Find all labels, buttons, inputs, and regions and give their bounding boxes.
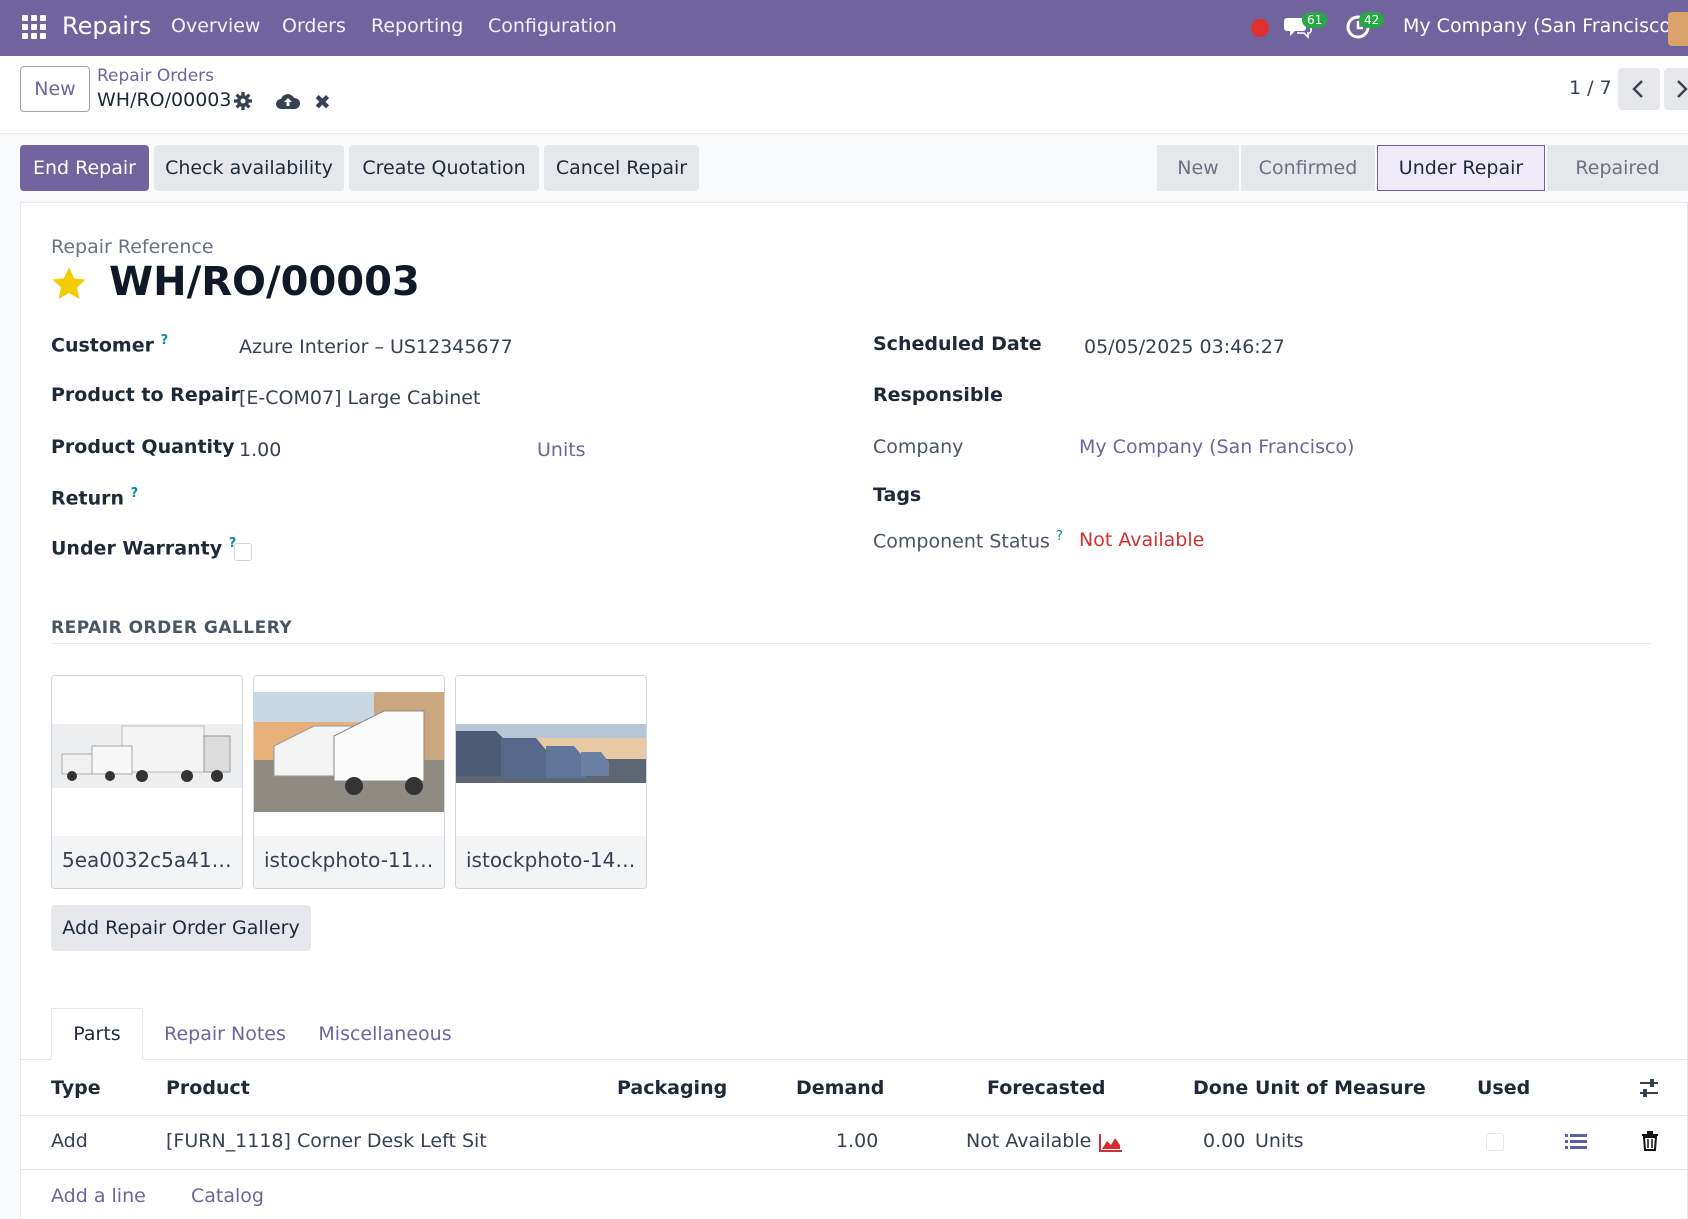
chevron-left-icon xyxy=(1632,80,1643,98)
pager-next-button[interactable] xyxy=(1664,68,1688,110)
scheduled-date-field[interactable]: 05/05/2025 03:46:27 xyxy=(1084,336,1285,358)
gallery-item[interactable]: istockphoto-11… xyxy=(253,675,445,889)
forecast-chart-icon[interactable] xyxy=(1099,1132,1123,1152)
part-uom[interactable]: Units xyxy=(1255,1130,1304,1152)
activity-count-badge: 42 xyxy=(1359,12,1385,28)
pager-previous-button[interactable] xyxy=(1618,68,1660,110)
tab-parts[interactable]: Parts xyxy=(51,1008,143,1060)
record-name: WH/RO/00003 xyxy=(97,89,232,111)
recording-indicator-icon[interactable] xyxy=(1251,19,1269,37)
menu-orders[interactable]: Orders xyxy=(282,15,346,37)
menu-configuration[interactable]: Configuration xyxy=(488,15,617,37)
column-demand[interactable]: Demand xyxy=(796,1077,884,1099)
product-to-repair-label: Product to Repair xyxy=(51,384,241,406)
add-line-link[interactable]: Add a line xyxy=(51,1185,146,1207)
gallery-item-caption: istockphoto-14… xyxy=(456,836,646,888)
menu-reporting[interactable]: Reporting xyxy=(371,15,463,37)
section-divider xyxy=(51,643,1651,644)
save-cloud-icon[interactable] xyxy=(275,90,301,112)
catalog-link[interactable]: Catalog xyxy=(191,1185,264,1207)
under-warranty-label: Under Warranty ? xyxy=(51,536,237,560)
priority-star-icon[interactable] xyxy=(50,265,88,303)
part-demand[interactable]: 1.00 xyxy=(836,1130,878,1152)
add-gallery-button[interactable]: Add Repair Order Gallery xyxy=(51,905,311,951)
part-used-checkbox[interactable] xyxy=(1486,1133,1504,1151)
stage-new[interactable]: New xyxy=(1157,145,1239,191)
discard-close-icon[interactable]: ✖ xyxy=(314,90,331,114)
chevron-right-icon xyxy=(1677,80,1688,98)
gear-icon[interactable] xyxy=(233,91,253,111)
menu-overview[interactable]: Overview xyxy=(171,15,260,37)
quantity-uom-field[interactable]: Units xyxy=(537,439,586,461)
apps-grid-icon[interactable] xyxy=(22,15,46,39)
gallery-image-trucks xyxy=(52,676,242,836)
part-product[interactable]: [FURN_1118] Corner Desk Left Sit xyxy=(166,1130,487,1152)
user-avatar[interactable] xyxy=(1668,12,1688,46)
optional-columns-icon[interactable] xyxy=(1638,1077,1660,1099)
detailed-operations-list-icon[interactable] xyxy=(1565,1133,1587,1151)
repair-reference-value: WH/RO/00003 xyxy=(109,259,420,305)
column-done[interactable]: Done xyxy=(1193,1077,1248,1099)
statusbar: End Repair Check availability Create Quo… xyxy=(0,145,1688,195)
stage-under-repair[interactable]: Under Repair xyxy=(1377,145,1545,191)
help-icon: ? xyxy=(130,486,139,501)
row-divider xyxy=(21,1115,1687,1116)
column-packaging[interactable]: Packaging xyxy=(617,1077,727,1099)
chat-count-badge: 61 xyxy=(1302,12,1328,28)
gallery-item-caption: istockphoto-11… xyxy=(254,836,444,888)
under-warranty-checkbox[interactable] xyxy=(234,543,252,561)
column-used[interactable]: Used xyxy=(1477,1077,1530,1099)
responsible-label: Responsible xyxy=(873,384,1003,406)
column-unit-of-measure[interactable]: Unit of Measure xyxy=(1255,1077,1426,1099)
tab-miscellaneous[interactable]: Miscellaneous xyxy=(305,1008,465,1060)
stage-repaired[interactable]: Repaired xyxy=(1547,145,1688,191)
breadcrumb[interactable]: Repair Orders xyxy=(97,66,214,86)
delete-trash-icon[interactable] xyxy=(1641,1131,1659,1151)
gallery-item-caption: 5ea0032c5a41… xyxy=(52,836,242,888)
tab-repair-notes[interactable]: Repair Notes xyxy=(155,1008,295,1060)
help-icon: ? xyxy=(1055,529,1063,544)
column-type[interactable]: Type xyxy=(51,1077,101,1099)
form-sheet: Repair Reference WH/RO/00003 Customer ? … xyxy=(20,202,1688,1219)
product-quantity-label: Product Quantity xyxy=(51,436,235,458)
part-done[interactable]: 0.00 xyxy=(1203,1130,1245,1152)
control-panel: New Repair Orders WH/RO/00003 ✖ 1 / 7 xyxy=(0,56,1688,134)
end-repair-button[interactable]: End Repair xyxy=(20,145,149,191)
gallery-section-title: REPAIR ORDER GALLERY xyxy=(51,618,293,638)
product-to-repair-field[interactable]: [E-COM07] Large Cabinet xyxy=(239,387,480,409)
gallery-image-fleet xyxy=(456,676,646,836)
repair-reference-label: Repair Reference xyxy=(51,236,214,258)
customer-field[interactable]: Azure Interior – US12345677 xyxy=(239,336,513,358)
help-icon: ? xyxy=(160,333,169,348)
pager-value[interactable]: 1 / 7 xyxy=(1569,77,1612,99)
customer-label: Customer ? xyxy=(51,333,169,357)
create-quotation-button[interactable]: Create Quotation xyxy=(349,145,539,191)
new-button[interactable]: New xyxy=(20,66,90,112)
row-divider xyxy=(21,1169,1687,1170)
component-status-label: Component Status ? xyxy=(873,529,1063,553)
tags-label: Tags xyxy=(873,484,922,506)
notebook-tabs: Parts Repair Notes Miscellaneous xyxy=(21,1008,1687,1060)
return-label: Return ? xyxy=(51,486,139,510)
company-switcher[interactable]: My Company (San Francisco) xyxy=(1403,15,1678,37)
component-status-value: Not Available xyxy=(1079,529,1205,551)
stage-confirmed[interactable]: Confirmed xyxy=(1241,145,1375,191)
scheduled-date-label: Scheduled Date xyxy=(873,333,1042,355)
gallery-image-vans xyxy=(254,676,444,836)
product-quantity-field[interactable]: 1.00 xyxy=(239,439,281,461)
company-label: Company xyxy=(873,436,964,458)
cancel-repair-button[interactable]: Cancel Repair xyxy=(544,145,699,191)
app-name[interactable]: Repairs xyxy=(62,12,151,40)
check-availability-button[interactable]: Check availability xyxy=(154,145,344,191)
column-product[interactable]: Product xyxy=(166,1077,250,1099)
company-field[interactable]: My Company (San Francisco) xyxy=(1079,436,1354,458)
column-forecasted[interactable]: Forecasted xyxy=(987,1077,1105,1099)
gallery-item[interactable]: 5ea0032c5a41… xyxy=(51,675,243,889)
top-navbar: Repairs Overview Orders Reporting Config… xyxy=(0,0,1688,56)
gallery-item[interactable]: istockphoto-14… xyxy=(455,675,647,889)
part-forecasted: Not Available xyxy=(966,1130,1092,1152)
part-type[interactable]: Add xyxy=(51,1130,88,1152)
